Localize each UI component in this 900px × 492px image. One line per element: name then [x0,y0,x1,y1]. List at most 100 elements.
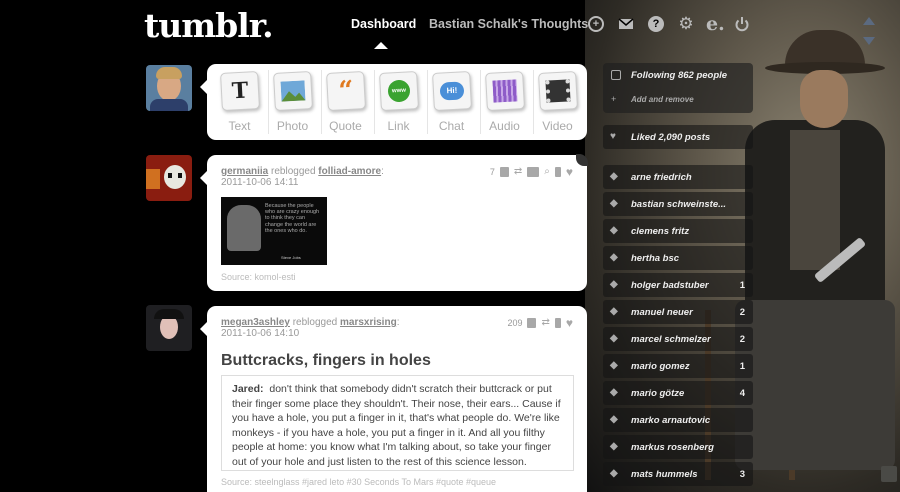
help-icon[interactable]: ? [648,16,664,32]
compose-link-button[interactable]: www Link [372,71,425,133]
compose-video-button[interactable]: Video [531,71,584,133]
quote-speaker: Jared: [232,383,264,395]
tag-count: 2 [739,307,745,318]
plus-circle-icon[interactable]: + [588,16,604,32]
post-quote: megan3ashley reblogged marsxrising: 2011… [200,306,587,492]
compose-text-button[interactable]: T Text [213,71,266,133]
post-image-author: Steve Jobs [281,255,301,260]
active-nav-caret-icon [374,42,388,49]
scroll-down-icon[interactable] [863,37,875,45]
add-person-icon: + [611,94,617,104]
liked-posts-link[interactable]: ♥ Liked 2,090 posts [603,125,753,149]
post-source[interactable]: Source: komol-esti [221,272,296,282]
mail-icon[interactable] [618,16,634,32]
video-post-icon [537,71,578,111]
post-source-user-link[interactable]: folliad-amore [318,166,381,177]
like-heart-icon[interactable]: ♥ [566,166,573,178]
post-image-caption: Because the people who are crazy enough … [265,203,320,234]
tag-link[interactable]: ◆ mats hummels 3 [603,462,753,486]
zoom-icon[interactable]: ⌕ [544,167,550,177]
tag-label: manuel neuer [631,307,693,318]
nav-dashboard[interactable]: Dashboard [351,17,416,31]
power-icon[interactable] [734,16,750,32]
tag-link[interactable]: ◆ mario götze 4 [603,381,753,405]
tag-icon: ◆ [610,279,618,290]
link-post-icon: www [378,71,419,111]
post-date: 2011-10-06 14:11 [221,177,299,188]
tag-icon: ◆ [610,387,618,398]
etsy-e-icon[interactable]: e. [706,15,725,34]
tag-label: clemens fritz [631,226,690,237]
tag-icon: ◆ [610,198,618,209]
compose-video-label: Video [542,119,573,133]
tag-link[interactable]: ◆ hertha bsc [603,246,753,270]
scroll-up-icon[interactable] [863,17,875,25]
tag-link[interactable]: ◆ marko arnautovic [603,408,753,432]
gear-icon[interactable]: ⚙ [678,15,694,32]
chat-post-icon: Hi! [431,71,472,111]
post-image[interactable]: Because the people who are crazy enough … [221,197,327,265]
reblog-icon[interactable]: ⇄ [514,167,522,177]
following-link[interactable]: Following 862 people [631,70,727,81]
tag-link[interactable]: ◆ marcel schmelzer 2 [603,327,753,351]
following-icon [611,70,621,80]
notes-count[interactable]: 209 [507,318,522,328]
chat-quote-body: Jared: don't think that somebody didn't … [221,375,574,471]
notes-icon[interactable] [499,167,509,177]
avatar-germaniia[interactable] [146,155,192,201]
post-header: germaniia reblogged folliad-amore: 2011-… [221,166,384,188]
compose-quote-button[interactable]: “ Quote [319,71,372,133]
photo-face [800,70,848,128]
bookmark-icon[interactable] [554,167,561,177]
tag-icon: ◆ [610,306,618,317]
compose-photo-button[interactable]: Photo [266,71,319,133]
post-source-user-link[interactable]: marsxrising [340,317,397,328]
tag-link[interactable]: ◆ mario gomez 1 [603,354,753,378]
compose-chat-label: Chat [438,119,465,133]
tag-label: marcel schmelzer [631,334,711,345]
photo-post-icon [272,71,313,111]
post-title: Buttcracks, fingers in holes [221,352,431,369]
post-author-link[interactable]: germaniia [221,166,268,177]
post-header: megan3ashley reblogged marsxrising: 2011… [221,317,400,339]
camera-icon[interactable] [527,167,540,177]
post-controls: 209 ⇄ ♥ [507,317,573,329]
post-source-and-tags[interactable]: Source: steelnglass #jared leto #30 Seco… [221,477,496,487]
tag-label: marko arnautovic [631,415,711,426]
avatar-megan3ashley[interactable] [146,305,192,351]
like-heart-icon[interactable]: ♥ [566,317,573,329]
tag-link[interactable]: ◆ manuel neuer 2 [603,300,753,324]
audio-post-icon [484,71,525,111]
tag-link[interactable]: ◆ clemens fritz [603,219,753,243]
tag-icon: ◆ [610,225,618,236]
post-author-link[interactable]: megan3ashley [221,317,290,328]
tag-link[interactable]: ◆ holger badstuber 1 [603,273,753,297]
tag-label: mats hummels [631,469,698,480]
compose-quote-label: Quote [329,119,362,133]
nav-blog[interactable]: Bastian Schalk's Thoughts [429,17,588,31]
tag-count: 1 [739,280,745,291]
reblog-icon[interactable]: ⇄ [541,318,549,328]
compose-audio-button[interactable]: Audio [478,71,531,133]
tag-link[interactable]: ◆ bastian schweinste... [603,192,753,216]
tag-count: 3 [739,469,745,480]
tag-label: markus rosenberg [631,442,714,453]
tumblr-logo[interactable]: tumblr. [144,6,274,45]
bookmark-icon[interactable] [554,318,561,328]
photo-legs [735,300,895,470]
tag-label: hertha bsc [631,253,680,264]
post-date: 2011-10-06 14:10 [221,328,300,339]
post-verb: reblogged [271,166,316,177]
notes-icon[interactable] [527,318,537,328]
compose-chat-button[interactable]: Hi! Chat [425,71,478,133]
add-remove-link[interactable]: Add and remove [631,95,694,104]
tag-link[interactable]: ◆ arne friedrich [603,165,753,189]
resize-corner-icon[interactable] [881,466,897,482]
tag-icon: ◆ [610,441,618,452]
tag-label: mario gomez [631,361,690,372]
notes-count[interactable]: 7 [490,167,495,177]
quote-post-icon: “ [325,71,366,111]
avatar-self[interactable] [146,65,192,111]
tag-link[interactable]: ◆ markus rosenberg [603,435,753,459]
tag-count: 2 [739,334,745,345]
